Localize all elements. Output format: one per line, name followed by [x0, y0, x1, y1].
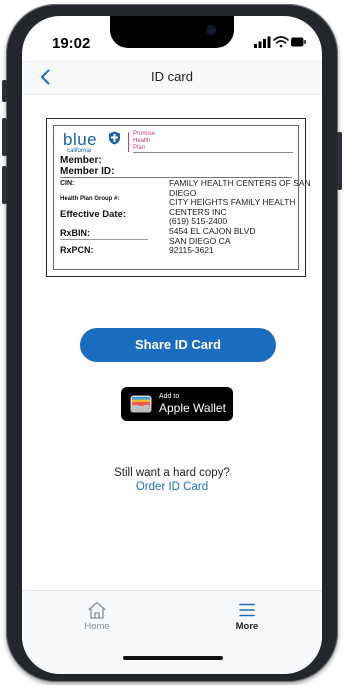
logo-rule — [133, 152, 293, 153]
power-button — [337, 132, 342, 190]
battery-icon — [291, 37, 306, 47]
order-id-card-link[interactable]: Order ID Card — [22, 481, 322, 493]
group-number-label: Health Plan Group #: — [60, 196, 120, 202]
add-to-apple-wallet-button[interactable]: Add to Apple Wallet — [121, 387, 233, 421]
effective-date-label: Effective Date: — [60, 209, 126, 220]
home-indicator[interactable] — [123, 656, 223, 660]
partner-logo-line: Health — [133, 138, 151, 144]
provider-address: FAMILY HEALTH CENTERS OF SAN DIEGO CITY … — [169, 178, 311, 256]
partner-logo-line: Promise — [133, 131, 156, 137]
navigation-bar: ID card — [22, 60, 322, 95]
home-icon — [88, 601, 106, 619]
id-card-inner: blue california Promise Health Plan Memb… — [53, 125, 311, 270]
wallet-add-label: Add to — [159, 393, 180, 400]
rxpcn-label: RxPCN: — [60, 245, 94, 255]
volume-down-button — [2, 166, 7, 204]
status-icons — [254, 36, 306, 48]
id-card: blue california Promise Health Plan Memb… — [46, 118, 311, 277]
phone-screen: 19:02 ID card blue california Promise He… — [22, 16, 322, 674]
partner-logo-line: Plan — [133, 145, 146, 151]
brand-wordmark: blue — [63, 130, 98, 149]
cin-label: CIN: — [60, 180, 75, 187]
notch — [110, 16, 234, 48]
action-button — [2, 80, 7, 102]
wallet-icon — [130, 395, 152, 413]
address-line: 92115-3621 — [169, 245, 214, 256]
member-label: Member: — [60, 155, 102, 166]
tab-home-label: Home — [84, 621, 110, 632]
tab-bar: Home More — [22, 590, 322, 674]
cellular-signal-icon — [254, 36, 271, 48]
wallet-name-label: Apple Wallet — [159, 401, 226, 415]
status-time: 19:02 — [52, 35, 91, 52]
partner-logo: Promise Health Plan — [133, 131, 173, 152]
camera-icon — [206, 25, 216, 35]
tab-home[interactable]: Home — [22, 591, 172, 651]
tab-more-label: More — [235, 621, 259, 632]
volume-up-button — [2, 118, 7, 156]
wifi-icon — [273, 36, 289, 48]
menu-icon — [239, 603, 255, 617]
tab-more[interactable]: More — [172, 591, 322, 651]
page-title: ID card — [151, 69, 193, 84]
rxbin-label: RxBIN: — [60, 228, 91, 238]
share-id-card-button[interactable]: Share ID Card — [80, 328, 276, 362]
hard-copy-prompt: Still want a hard copy? — [114, 467, 230, 479]
shield-logo-icon — [109, 131, 120, 145]
rx-divider — [60, 239, 148, 240]
brand-subtitle: california — [67, 148, 92, 154]
member-id-label: Member ID: — [60, 166, 115, 177]
logo-divider — [128, 132, 129, 152]
